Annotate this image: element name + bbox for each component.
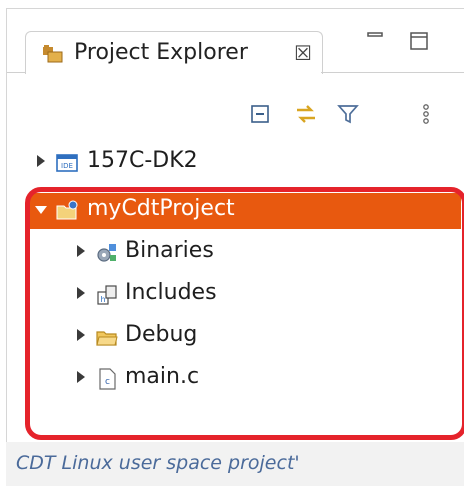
- project-explorer-icon: [43, 45, 63, 63]
- collapse-all-icon[interactable]: [247, 101, 273, 127]
- tab-title: Project Explorer: [74, 40, 248, 65]
- close-icon[interactable]: ☒: [294, 41, 312, 65]
- view-menu-icon[interactable]: [413, 101, 439, 127]
- project-explorer-panel: Project Explorer ☒ IDE 157C-DK2 myCdtPro…: [6, 8, 464, 443]
- tab-divider: [321, 72, 464, 73]
- maximize-icon[interactable]: [407, 29, 431, 53]
- tab-divider: [7, 72, 25, 73]
- tree-item-label: 157C-DK2: [87, 148, 198, 173]
- tab-project-explorer[interactable]: Project Explorer ☒: [25, 31, 323, 74]
- svg-text:IDE: IDE: [61, 162, 73, 170]
- highlight-annotation: [25, 187, 464, 440]
- caption-bar: CDT Linux user space project': [6, 442, 464, 486]
- ide-project-icon: IDE: [56, 154, 78, 172]
- image-caption: CDT Linux user space project': [16, 452, 300, 474]
- tree-item-157c-dk2[interactable]: IDE 157C-DK2: [7, 145, 447, 181]
- expand-arrow-icon[interactable]: [37, 155, 45, 167]
- link-with-editor-icon[interactable]: [293, 101, 319, 127]
- filter-icon[interactable]: [335, 101, 361, 127]
- view-tab-bar: Project Explorer ☒: [7, 9, 464, 74]
- minimize-icon[interactable]: [363, 29, 387, 53]
